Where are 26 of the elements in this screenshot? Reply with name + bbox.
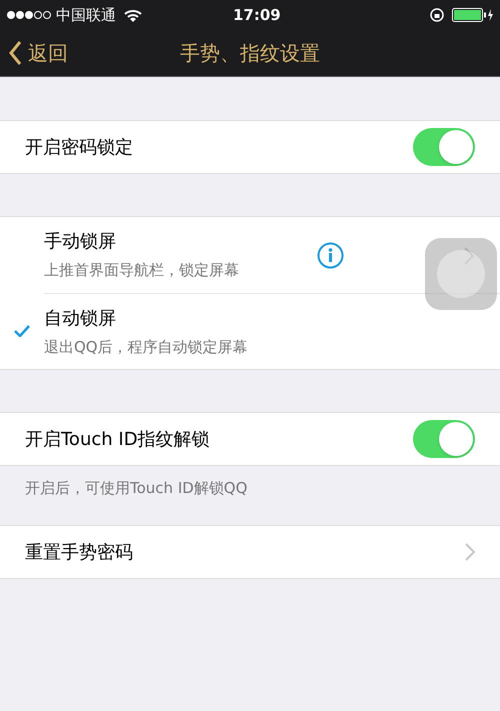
status-time: 17:09 [233,4,281,26]
signal-icon [6,10,52,20]
setting-label: 开启Touch ID指纹解锁 [25,428,210,452]
check-icon [14,325,30,337]
footer-note: 开启后，可使用Touch ID解锁QQ [25,479,248,497]
toggle-switch[interactable] [413,128,475,166]
chevron-icon [464,247,474,265]
lock-option[interactable]: 手动锁屏 上推首界面导航栏，锁定屏幕 [0,217,500,293]
nav-title: 手势、指纹设置 [180,40,320,67]
option-subtitle: 退出QQ后，程序自动锁定屏幕 [44,336,249,358]
assistive-touch-button[interactable] [425,238,497,310]
option-title: 手动锁屏 [44,230,117,254]
carrier-label: 中国联通 [56,4,116,26]
option-title: 自动锁屏 [44,306,117,331]
rotation-lock-icon [430,8,444,22]
wifi-icon [124,8,142,22]
info-icon[interactable] [317,242,344,269]
back-icon [8,40,22,66]
back-button[interactable]: 返回 [0,38,68,68]
chevron-icon [465,543,475,561]
lock-option[interactable]: 自动锁屏 退出QQ后，程序自动锁定屏幕 [0,293,500,369]
battery-icon [452,8,494,22]
option-subtitle: 上推首界面导航栏，锁定屏幕 [44,260,240,282]
setting-label: 开启密码锁定 [25,136,133,160]
toggle-switch[interactable] [413,420,475,458]
reset-row[interactable]: 重置手势密码 [0,525,500,579]
